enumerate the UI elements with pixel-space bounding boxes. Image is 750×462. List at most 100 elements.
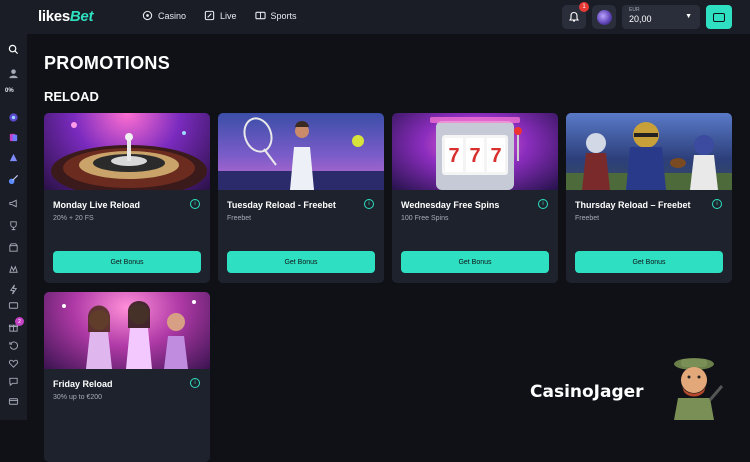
chat-icon bbox=[9, 377, 18, 387]
cashier-icon bbox=[8, 302, 19, 309]
trophy-icon bbox=[10, 221, 17, 231]
megaphone-icon bbox=[9, 199, 17, 208]
promo-card[interactable]: Monday Live Reload 20% + 20 FS i Get Bon… bbox=[44, 113, 210, 283]
tennis-illustration bbox=[218, 117, 384, 190]
promo-title: Friday Reload bbox=[53, 379, 113, 389]
slot-machine-illustration: 7 7 7 bbox=[430, 117, 522, 190]
search-icon bbox=[8, 44, 19, 55]
slot-icon bbox=[9, 153, 18, 162]
heart-icon bbox=[8, 359, 19, 368]
logo-text-likes: likes bbox=[38, 8, 70, 25]
profile-button[interactable] bbox=[6, 66, 21, 81]
info-icon[interactable]: i bbox=[712, 199, 722, 209]
promo-title: Thursday Reload – Freebet bbox=[575, 200, 691, 210]
info-icon[interactable]: i bbox=[190, 378, 200, 388]
sidebar-item-live[interactable] bbox=[6, 130, 21, 145]
promo-title: Monday Live Reload bbox=[53, 200, 141, 210]
slot-symbol-3: 7 bbox=[490, 145, 501, 167]
avatar[interactable] bbox=[592, 5, 616, 29]
live-icon bbox=[204, 10, 215, 21]
roulette-illustration bbox=[51, 122, 207, 190]
sidebar-item-history[interactable] bbox=[6, 338, 21, 353]
card-icon bbox=[8, 398, 19, 405]
promo-subtitle: 30% up to €200 bbox=[53, 394, 103, 401]
search-button[interactable] bbox=[6, 42, 21, 57]
sidebar-item-support[interactable] bbox=[6, 374, 21, 389]
promo-image-roulette bbox=[44, 113, 210, 190]
notification-badge: 1 bbox=[579, 2, 589, 12]
info-icon[interactable]: i bbox=[538, 199, 548, 209]
user-icon bbox=[9, 69, 18, 79]
bell-icon bbox=[568, 11, 580, 22]
history-icon bbox=[9, 341, 18, 350]
roulette-icon bbox=[9, 113, 18, 122]
promo-title: Tuesday Reload - Freebet bbox=[227, 200, 336, 210]
promo-card[interactable]: Tuesday Reload - Freebet Freebet i Get B… bbox=[218, 113, 384, 283]
deposit-button[interactable] bbox=[706, 5, 732, 29]
notifications-button[interactable]: 1 bbox=[562, 2, 589, 29]
nav-casino[interactable]: Casino bbox=[142, 10, 186, 21]
sidebar-item-guitar[interactable] bbox=[6, 172, 21, 187]
promo-subtitle: Freebet bbox=[227, 215, 252, 222]
mascot-image bbox=[674, 358, 724, 420]
vip-icon bbox=[9, 265, 18, 273]
sidebar-item-slots[interactable] bbox=[6, 150, 21, 165]
nav-sports[interactable]: Sports bbox=[254, 10, 297, 21]
slot-symbol-2: 7 bbox=[469, 145, 480, 167]
promo-card[interactable]: Friday Reload 30% up to €200 i bbox=[44, 292, 210, 462]
party-illustration bbox=[62, 300, 196, 369]
nav-sports-label: Sports bbox=[270, 10, 297, 21]
promo-subtitle: 100 Free Spins bbox=[401, 215, 449, 222]
wallet-icon bbox=[713, 12, 725, 22]
sidebar-item-cashier[interactable] bbox=[6, 298, 21, 313]
watermark-text: CasinoJager bbox=[530, 382, 644, 402]
sidebar-item-casino[interactable] bbox=[6, 110, 21, 125]
sidebar-item-shop[interactable] bbox=[6, 240, 21, 255]
logo-text-bet: Bet bbox=[69, 8, 94, 25]
promo-image-party bbox=[44, 292, 210, 369]
top-bar: likesBet Casino Live Sports 1 EUR 20,00 … bbox=[0, 0, 750, 34]
slot-symbol-1: 7 bbox=[448, 145, 459, 167]
section-title: RELOAD bbox=[44, 89, 99, 104]
sidebar-item-favorites[interactable] bbox=[6, 356, 21, 371]
get-bonus-button[interactable]: Get Bonus bbox=[227, 251, 375, 273]
promo-image-tennis bbox=[218, 113, 384, 190]
casino-icon bbox=[142, 10, 153, 21]
get-bonus-button[interactable]: Get Bonus bbox=[53, 251, 201, 273]
promo-image-football bbox=[566, 113, 732, 190]
wallet-selector[interactable]: EUR 20,00 ▼ bbox=[622, 5, 700, 29]
info-icon[interactable]: i bbox=[190, 199, 200, 209]
cards-icon bbox=[9, 133, 18, 142]
sidebar-item-fast[interactable] bbox=[6, 282, 21, 297]
sidebar-item-gift[interactable]: 2 bbox=[6, 317, 24, 335]
football-illustration bbox=[566, 122, 732, 190]
get-bonus-button[interactable]: Get Bonus bbox=[401, 251, 549, 273]
info-icon[interactable]: i bbox=[364, 199, 374, 209]
logo[interactable]: likesBet bbox=[38, 8, 93, 25]
promo-subtitle: 20% + 20 FS bbox=[53, 215, 94, 222]
wallet-currency: EUR bbox=[629, 7, 640, 13]
sports-icon bbox=[254, 11, 266, 20]
promo-title: Wednesday Free Spins bbox=[401, 200, 500, 210]
sidebar-item-language[interactable] bbox=[6, 394, 21, 409]
avatar-image bbox=[596, 9, 612, 25]
get-bonus-button[interactable]: Get Bonus bbox=[575, 251, 723, 273]
guitar-icon bbox=[8, 174, 19, 185]
progress-percent: 0% bbox=[5, 88, 14, 94]
nav-live-label: Live bbox=[220, 10, 237, 21]
chevron-down-icon: ▼ bbox=[685, 13, 692, 20]
wallet-amount: 20,00 bbox=[629, 14, 652, 24]
sidebar: 0% 2 bbox=[0, 34, 27, 420]
nav-live[interactable]: Live bbox=[204, 10, 237, 21]
sidebar-item-promos[interactable] bbox=[6, 196, 21, 211]
gift-badge: 2 bbox=[15, 317, 24, 326]
main-nav: Casino Live Sports bbox=[142, 10, 297, 21]
promo-card[interactable]: Thursday Reload – Freebet Freebet i Get … bbox=[566, 113, 732, 283]
lightning-icon bbox=[9, 284, 18, 295]
shop-icon bbox=[9, 243, 18, 252]
promo-subtitle: Freebet bbox=[575, 215, 600, 222]
sidebar-item-vip[interactable] bbox=[6, 262, 21, 277]
page-title: PROMOTIONS bbox=[44, 53, 171, 73]
promo-card[interactable]: 7 7 7 Wednesday Free Spins 100 Free Spin… bbox=[392, 113, 558, 283]
sidebar-item-tournaments[interactable] bbox=[6, 218, 21, 233]
